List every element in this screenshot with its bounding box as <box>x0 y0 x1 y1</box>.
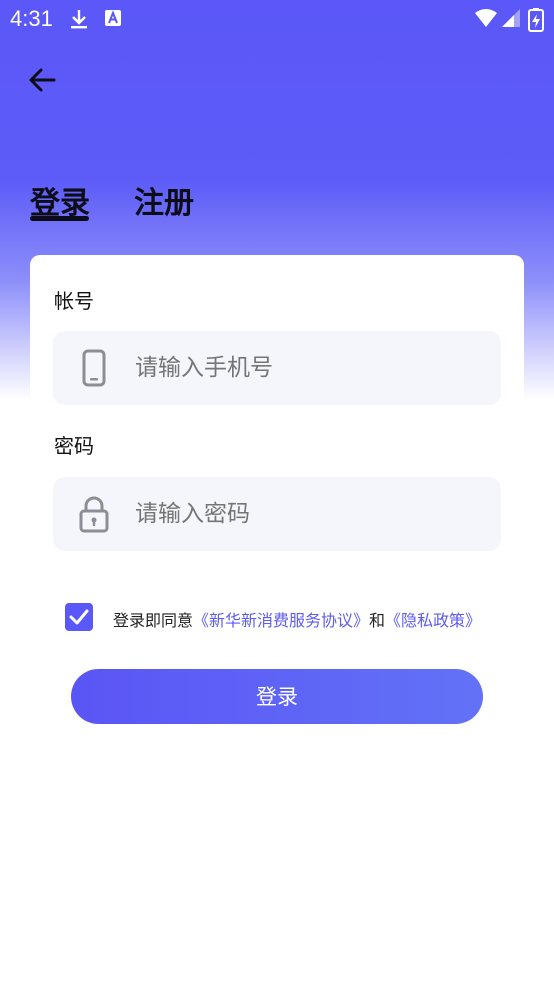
login-button[interactable]: 登录 <box>71 669 483 724</box>
active-tab-underline <box>30 216 89 221</box>
signal-icon <box>502 9 520 27</box>
battery-icon <box>528 8 544 32</box>
checkmark-icon <box>69 609 89 625</box>
agreement-joiner: 和 <box>369 611 386 630</box>
phone-icon <box>82 349 106 387</box>
wifi-icon <box>475 9 497 27</box>
status-time: 4:31 <box>10 6 53 31</box>
privacy-policy-link[interactable]: 《隐私政策》 <box>385 611 481 630</box>
password-input[interactable] <box>135 477 475 551</box>
login-card: 帐号 密码 登录即同意《新华新消费服务协议》和《隐私政策》 登录 <box>30 255 524 984</box>
agreement-row: 登录即同意《新华新消费服务协议》和《隐私政策》 <box>65 603 525 633</box>
tab-register[interactable]: 注册 <box>134 178 194 222</box>
account-label: 帐号 <box>54 289 94 313</box>
password-field[interactable] <box>53 477 501 551</box>
lock-icon <box>79 496 109 533</box>
agreement-checkbox[interactable] <box>65 603 93 631</box>
a-notification-icon <box>105 10 121 26</box>
password-label: 密码 <box>54 434 94 458</box>
status-bar: 4:31 <box>0 0 554 38</box>
service-agreement-link[interactable]: 《新华新消费服务协议》 <box>193 611 369 630</box>
download-icon <box>71 10 87 29</box>
back-arrow-icon[interactable] <box>26 62 62 98</box>
phone-field[interactable] <box>53 331 501 405</box>
agreement-text: 登录即同意《新华新消费服务协议》和《隐私政策》 <box>113 607 481 631</box>
phone-input[interactable] <box>135 331 475 405</box>
agreement-prefix: 登录即同意 <box>113 611 194 630</box>
